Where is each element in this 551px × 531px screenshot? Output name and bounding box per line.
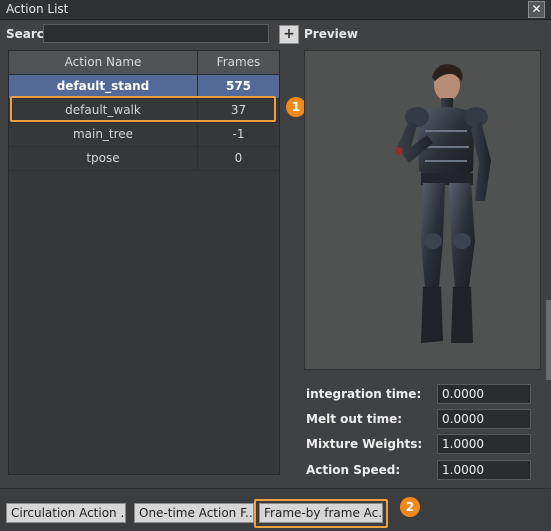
callout-highlight-button xyxy=(254,499,388,528)
search-input[interactable] xyxy=(43,24,269,43)
add-action-button[interactable]: + xyxy=(279,25,299,44)
close-icon[interactable]: ✕ xyxy=(528,1,545,18)
action-name-cell: default_stand xyxy=(9,75,198,98)
integration-time-input[interactable] xyxy=(437,384,531,404)
one-time-action-button[interactable]: One-time Action F... xyxy=(134,503,254,523)
table-row[interactable]: tpose 0 xyxy=(9,147,279,171)
column-header-frames[interactable]: Frames xyxy=(198,51,279,74)
window-title: Action List xyxy=(6,2,69,16)
column-header-action-name[interactable]: Action Name xyxy=(9,51,198,74)
circulation-action-button[interactable]: Circulation Action ... xyxy=(6,503,126,523)
frames-cell: -1 xyxy=(232,127,245,141)
title-bar: Action List ✕ xyxy=(0,0,551,20)
table-row[interactable]: main_tree -1 xyxy=(9,123,279,147)
mixture-weights-input[interactable] xyxy=(437,434,531,454)
action-name-cell: tpose xyxy=(9,147,198,170)
frames-cell: 0 xyxy=(234,151,243,165)
character-model-figure xyxy=(395,64,491,343)
action-name-cell: main_tree xyxy=(9,123,198,146)
table-header: Action Name Frames xyxy=(9,51,279,75)
action-speed-input[interactable] xyxy=(437,460,531,480)
callout-badge-1: 1 xyxy=(286,97,306,117)
melt-out-time-input[interactable] xyxy=(437,409,531,429)
callout-highlight-row xyxy=(10,96,276,122)
preview-viewport[interactable] xyxy=(304,50,541,370)
callout-badge-2: 2 xyxy=(400,497,420,517)
action-speed-label: Action Speed: xyxy=(306,463,401,477)
frames-cell: 575 xyxy=(225,79,252,93)
scrollbar[interactable] xyxy=(546,300,551,380)
mixture-weights-label: Mixture Weights: xyxy=(306,437,423,451)
integration-time-label: integration time: xyxy=(306,387,422,401)
melt-out-time-label: Melt out time: xyxy=(306,412,403,426)
preview-label: Preview xyxy=(304,27,359,41)
